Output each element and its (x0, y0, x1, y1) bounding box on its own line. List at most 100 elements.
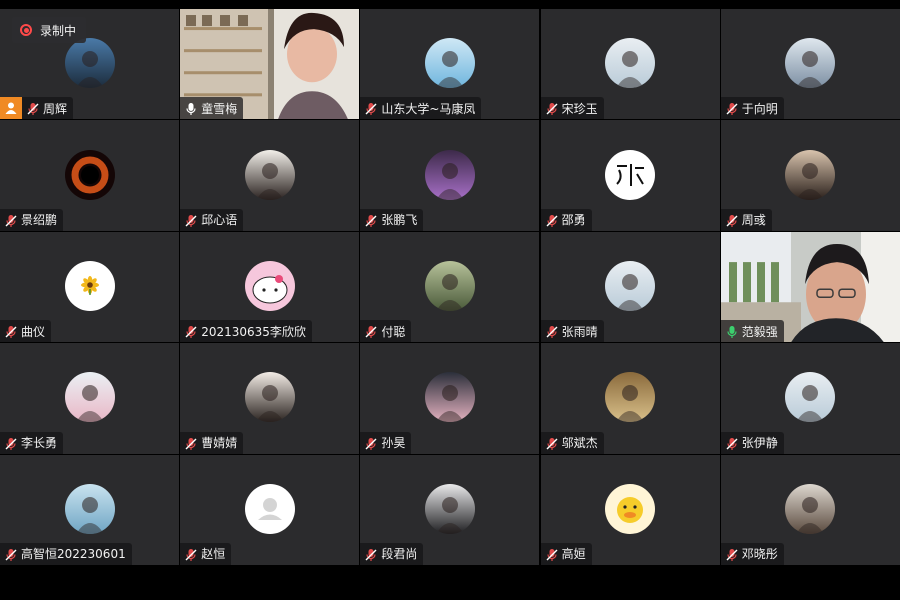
sunflower-icon (64, 260, 115, 311)
participant-tile[interactable]: 202130635李欣欣 (180, 231, 360, 343)
default-user-icon (244, 483, 295, 534)
participant-name: 童雪梅 (201, 101, 238, 116)
anime-character-icon (424, 149, 475, 200)
girl-photo-icon (605, 38, 656, 89)
host-user-icon (0, 97, 22, 120)
participant-tile[interactable]: 张雨晴 (540, 231, 720, 343)
mic-muted-icon[interactable] (364, 213, 378, 227)
participant-name: 202130635李欣欣 (201, 324, 306, 339)
participant-tile[interactable]: 付聪 (360, 231, 540, 343)
participant-nameplate: 范毅强 (720, 320, 784, 343)
participant-tile[interactable]: 于向明 (720, 9, 900, 120)
participant-tile[interactable]: 范毅强 (720, 231, 900, 343)
participant-name: 段君尚 (381, 547, 418, 562)
participant-name: 范毅强 (741, 324, 778, 339)
participant-nameplate: 孙昊 (360, 431, 412, 454)
mic-muted-icon[interactable] (364, 547, 378, 561)
participant-tile[interactable]: 李长勇 (0, 343, 179, 454)
mic-on-icon[interactable] (184, 101, 198, 116)
mic-muted-icon[interactable] (364, 101, 378, 116)
participant-nameplate: 付聪 (360, 320, 412, 343)
participant-nameplate: 邵勇 (540, 208, 592, 231)
collage-photo-icon (64, 483, 115, 534)
participant-name: 张鹏飞 (381, 213, 418, 228)
participant-nameplate: 邓晓彤 (720, 542, 784, 565)
yellow-duck-icon (605, 483, 656, 534)
mountain-photo-icon (785, 38, 836, 89)
participant-name: 邓晓彤 (741, 547, 778, 562)
girl-photo-icon (605, 260, 656, 311)
participant-nameplate: 张雨晴 (540, 320, 604, 343)
soldier-photo-icon (424, 260, 475, 311)
mic-muted-icon[interactable] (184, 547, 198, 561)
mic-muted-icon[interactable] (725, 213, 739, 227)
participant-tile[interactable]: 高姮 (540, 454, 720, 565)
participant-nameplate: 赵恒 (180, 542, 232, 565)
participant-tile[interactable]: 孙昊 (360, 343, 540, 454)
participant-tile[interactable]: 曹婧婧 (180, 343, 360, 454)
participant-tile[interactable]: 张伊静 (720, 343, 900, 454)
mic-muted-icon[interactable] (725, 436, 739, 450)
participant-nameplate: 李长勇 (0, 431, 64, 454)
participant-name: 张雨晴 (561, 324, 598, 339)
mic-on-icon[interactable] (725, 324, 739, 339)
participant-name: 山东大学~马康凤 (381, 101, 476, 116)
participant-nameplate: 高姮 (540, 542, 592, 565)
hello-kitty-icon (244, 260, 295, 311)
participant-tile[interactable]: 高智恒202230601 (0, 454, 179, 565)
participant-tile[interactable]: 邵勇 (540, 120, 720, 231)
mic-muted-icon[interactable] (545, 547, 559, 561)
participant-name: 李长勇 (21, 436, 58, 451)
man-photo-icon (785, 483, 836, 534)
portrait-photo-icon (244, 149, 295, 200)
mic-muted-icon[interactable] (4, 436, 18, 450)
participant-nameplate: 曹婧婧 (180, 431, 244, 454)
illustrated-girl-icon (244, 372, 295, 423)
mic-muted-icon[interactable] (725, 101, 739, 116)
participant-tile[interactable]: 周彧 (720, 120, 900, 231)
participant-name: 高智恒202230601 (21, 547, 126, 562)
calligraphy-icon (605, 149, 656, 200)
black-hole-icon (64, 149, 115, 200)
participant-tile[interactable]: 邬斌杰 (540, 343, 720, 454)
girl-photo-icon (785, 372, 836, 423)
participant-tile[interactable]: 曲仪 (0, 231, 179, 343)
mic-muted-icon[interactable] (4, 213, 18, 227)
participant-nameplate: 202130635李欣欣 (180, 320, 312, 343)
flowers-photo-icon (424, 372, 475, 423)
participant-tile[interactable]: 邱心语 (180, 120, 360, 231)
participant-name: 邵勇 (561, 213, 586, 228)
participant-tile[interactable]: 景绍鹏 (0, 120, 179, 231)
participant-grid: 周辉 童雪梅 山东大学~马康凤 宋珍玉 于向明 景绍鹏 邱心语 张鹏飞 邵勇 周… (0, 9, 900, 567)
participant-tile[interactable]: 山东大学~马康凤 (360, 9, 540, 120)
participant-name: 张伊静 (741, 436, 778, 451)
mic-muted-icon[interactable] (545, 436, 559, 450)
mic-muted-icon[interactable] (725, 547, 739, 561)
participant-nameplate: 高智恒202230601 (0, 542, 132, 565)
mic-muted-icon[interactable] (26, 101, 40, 116)
mic-muted-icon[interactable] (184, 324, 198, 339)
participant-tile[interactable]: 童雪梅 (180, 9, 360, 120)
participant-tile[interactable]: 张鹏飞 (360, 120, 540, 231)
mic-muted-icon[interactable] (364, 436, 378, 450)
participant-nameplate: 山东大学~马康凤 (360, 97, 482, 120)
landscape-photo-icon (64, 38, 115, 89)
woman-photo-icon (424, 483, 475, 534)
mic-muted-icon[interactable] (545, 324, 559, 339)
mic-muted-icon[interactable] (545, 101, 559, 116)
mic-muted-icon[interactable] (4, 324, 18, 339)
participant-tile[interactable]: 赵恒 (180, 454, 360, 565)
mic-muted-icon[interactable] (184, 213, 198, 227)
mic-muted-icon[interactable] (545, 213, 559, 227)
mic-muted-icon[interactable] (4, 547, 18, 561)
participant-name: 周辉 (43, 101, 68, 116)
participant-name: 宋珍玉 (561, 101, 598, 116)
participant-tile[interactable]: 邓晓彤 (720, 454, 900, 565)
participant-tile[interactable]: 段君尚 (360, 454, 540, 565)
recording-indicator[interactable]: 录制中 (12, 17, 87, 43)
mic-muted-icon[interactable] (184, 436, 198, 450)
participant-nameplate: 张鹏飞 (360, 208, 424, 231)
participant-tile[interactable]: 宋珍玉 (540, 9, 720, 120)
participant-name: 周彧 (741, 213, 766, 228)
mic-muted-icon[interactable] (364, 324, 378, 339)
